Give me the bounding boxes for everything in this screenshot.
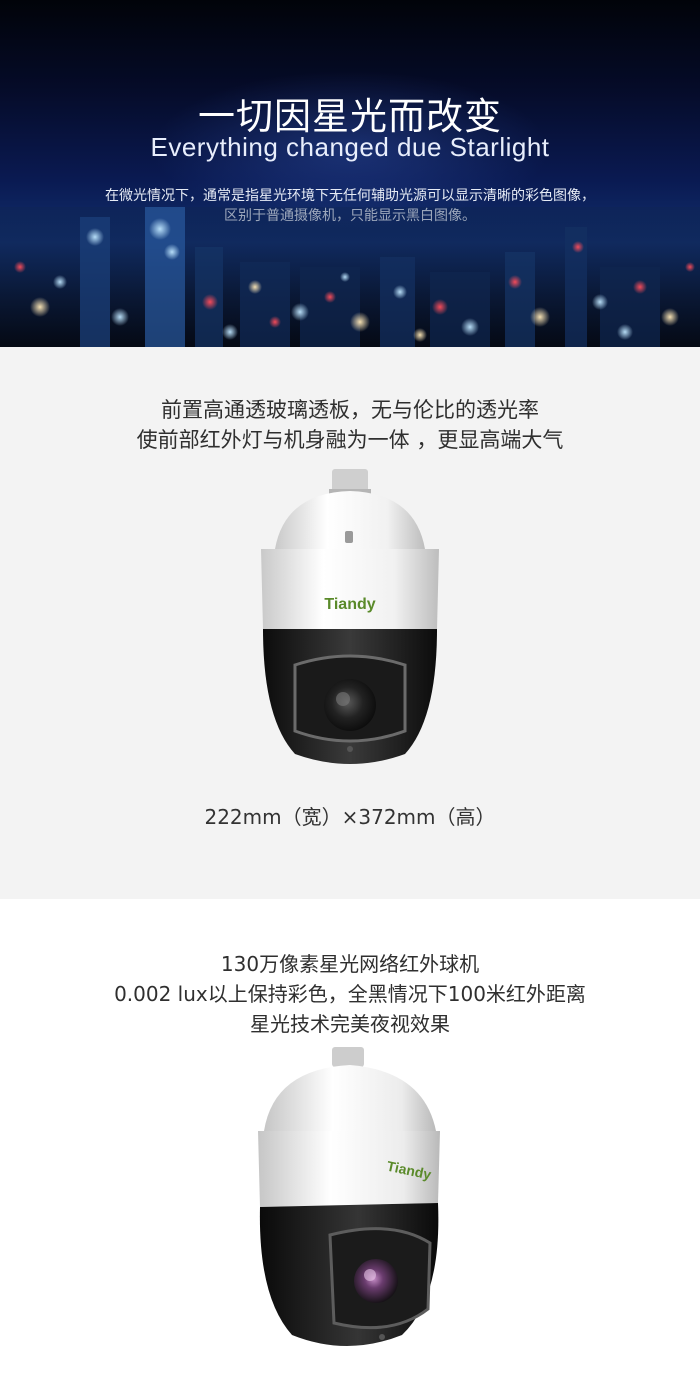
hero-banner: 一切因星光而改变 Everything changed due Starligh… bbox=[0, 0, 700, 347]
camera-brand-logo: Tiandy bbox=[324, 596, 375, 613]
feature-heading: 前置高通透玻璃透板，无与伦比的透光率 使前部红外灯与机身融为一体 ，更显高端大气 bbox=[0, 395, 700, 455]
feature-heading-line-2: 使前部红外灯与机身融为一体 ，更显高端大气 bbox=[136, 428, 564, 452]
product-heading-line-2: 0.002 lux以上保持彩色，全黑情况下100米红外距离 bbox=[114, 982, 586, 1006]
glass-panel-feature-section: 前置高通透玻璃透板，无与伦比的透光率 使前部红外灯与机身融为一体 ，更显高端大气 bbox=[0, 347, 700, 899]
dome-camera-angled-image: Tiandy bbox=[258, 1047, 440, 1346]
product-heading-line-3: 星光技术完美夜视效果 bbox=[250, 1012, 450, 1036]
product-heading-line-1: 130万像素星光网络红外球机 bbox=[220, 952, 480, 976]
hero-description-line-1: 在微光情况下，通常是指星光环境下无任何辅助光源可以显示清晰的彩色图像， bbox=[105, 188, 595, 204]
camera-dimensions: 222mm（宽）×372mm（高） bbox=[204, 805, 496, 829]
feature-heading-line-1: 前置高通透玻璃透板，无与伦比的透光率 bbox=[161, 398, 539, 422]
dome-camera-front-image: Tiandy bbox=[261, 469, 439, 764]
starlight-camera-section: 130万像素星光网络红外球机 0.002 lux以上保持彩色，全黑情况下100米… bbox=[0, 899, 700, 1384]
product-heading: 130万像素星光网络红外球机 0.002 lux以上保持彩色，全黑情况下100米… bbox=[0, 949, 700, 1039]
night-city-skyline-image bbox=[0, 207, 700, 347]
hero-subtitle: Everything changed due Starlight bbox=[150, 132, 550, 162]
